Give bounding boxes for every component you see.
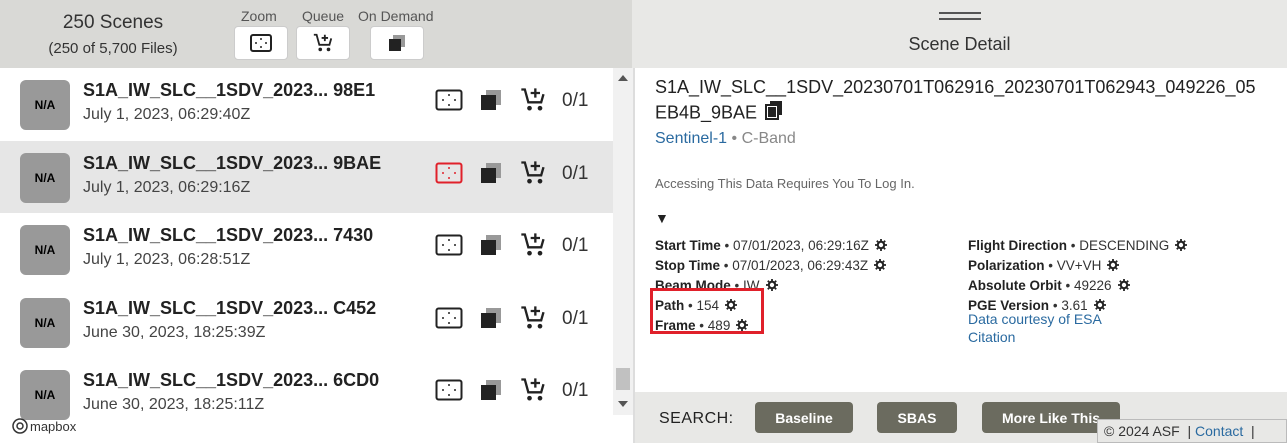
scene-date: June 30, 2023, 18:25:11Z	[83, 396, 265, 413]
queue-label: Queue	[302, 8, 345, 24]
on-demand-icon[interactable]	[476, 158, 506, 188]
thumbnail: N/A	[20, 370, 70, 420]
on-demand-icon[interactable]	[476, 85, 506, 115]
metadata-value: DESCENDING	[1079, 238, 1170, 253]
cart-add-icon	[313, 33, 333, 52]
metadata-item: Absolute Orbit • 49226	[968, 276, 1187, 296]
metadata-item: Polarization • VV+VH	[968, 256, 1187, 276]
dataset-line: Sentinel-1 • C-Band	[655, 130, 796, 147]
on-demand-label: On Demand	[358, 8, 434, 24]
baseline-button[interactable]: Baseline	[755, 402, 853, 433]
dataset-link[interactable]: Sentinel-1	[655, 130, 727, 147]
copyright-text: © 2024 ASF	[1104, 423, 1180, 439]
add-to-queue-icon[interactable]	[518, 85, 548, 115]
citation-link[interactable]: Citation	[968, 328, 1102, 346]
scene-name: S1A_IW_SLC__1SDV_2023... 7430	[83, 225, 374, 245]
file-count: 0/1	[562, 307, 589, 329]
metadata-item: Flight Direction • DESCENDING	[968, 236, 1188, 256]
search-label: SEARCH:	[659, 410, 734, 427]
on-demand-icon[interactable]	[476, 375, 506, 405]
highlight-box	[650, 288, 764, 334]
zoom-to-scene-icon[interactable]	[434, 230, 464, 260]
scenes-count-title: 250 Scenes	[62, 12, 164, 33]
zoom-to-scene-icon[interactable]	[434, 158, 464, 188]
copy-icon[interactable]	[765, 100, 783, 127]
scene-date: July 1, 2023, 06:29:16Z	[83, 178, 251, 196]
gear-icon[interactable]	[765, 277, 778, 296]
right-metadata: Flight Direction • DESCENDING Polarizatio…	[968, 236, 1188, 316]
metadata-label: Start Time	[655, 238, 721, 253]
metadata-label: Absolute Orbit	[968, 278, 1062, 293]
add-to-queue-icon[interactable]	[518, 303, 548, 333]
gear-icon[interactable]	[874, 237, 887, 256]
scene-row[interactable]: N/A S1A_IW_SLC__1SDV_2023... 9BAE July 1, …	[0, 140, 613, 213]
scene-date: July 1, 2023, 06:29:40Z	[83, 106, 251, 123]
metadata-label: Stop Time	[655, 258, 721, 273]
scenes-files-count: (250 of 5,700 Files)	[48, 40, 178, 57]
on-demand-icon[interactable]	[476, 303, 506, 333]
thumbnail: N/A	[20, 225, 70, 275]
zoom-to-scene-icon[interactable]	[434, 375, 464, 405]
on-demand-icon	[389, 35, 405, 51]
scene-date: June 30, 2023, 18:25:39Z	[83, 323, 266, 341]
sbas-button[interactable]: SBAS	[877, 402, 957, 433]
metadata-label: Flight Direction	[968, 238, 1067, 253]
scene-list[interactable]: N/A S1A_IW_SLC__1SDV_2023... 98E1 July 1, …	[0, 68, 613, 443]
gear-icon[interactable]	[1117, 277, 1130, 296]
contact-link[interactable]: Contact	[1195, 423, 1243, 439]
zoom-to-scene-icon[interactable]	[434, 85, 464, 115]
file-count: 0/1	[562, 235, 589, 256]
scene-name: S1A_IW_SLC__1SDV_2023... 98E1	[83, 80, 376, 100]
file-count: 0/1	[562, 90, 589, 111]
band-label: C-Band	[741, 130, 796, 147]
metadata-value: 49226	[1074, 278, 1112, 293]
scroll-up-arrow-icon[interactable]	[618, 75, 628, 81]
mapbox-logo: mapbox	[12, 418, 76, 434]
links: Data courtesy of ESA Citation	[968, 310, 1102, 346]
add-to-queue-icon[interactable]	[518, 375, 548, 405]
scene-row[interactable]: N/A S1A_IW_SLC__1SDV_2023... 7430 July 1, …	[0, 213, 613, 285]
gear-icon[interactable]	[1107, 257, 1120, 276]
thumbnail: N/A	[20, 152, 70, 203]
on-demand-button[interactable]	[370, 26, 424, 60]
scene-row[interactable]: N/A S1A_IW_SLC__1SDV_2023... 98E1 July 1, …	[0, 68, 613, 140]
thumbnail: N/A	[20, 297, 70, 348]
queue-all-button[interactable]	[296, 26, 350, 60]
panel-divider	[633, 68, 635, 443]
add-to-queue-icon[interactable]	[518, 158, 548, 188]
metadata-value: 07/01/2023, 06:29:16Z	[733, 238, 869, 253]
add-to-queue-icon[interactable]	[518, 230, 548, 260]
scrollbar-track[interactable]	[613, 68, 633, 415]
zoom-all-button[interactable]	[234, 26, 288, 60]
scrollbar-thumb[interactable]	[616, 368, 630, 390]
scene-name: S1A_IW_SLC__1SDV_2023... 9BAE	[83, 152, 382, 173]
login-note: Accessing This Data Requires You To Log …	[655, 176, 915, 191]
metadata-item: Start Time • 07/01/2023, 06:29:16Z	[655, 236, 887, 256]
scene-detail-title: Scene Detail	[908, 34, 1011, 54]
expand-caret-icon[interactable]: ▼	[655, 210, 669, 226]
file-count: 0/1	[562, 380, 589, 401]
thumbnail: N/A	[20, 80, 70, 130]
scene-date: July 1, 2023, 06:28:51Z	[83, 251, 251, 268]
copyright-bar: © 2024 ASF | Contact |	[1097, 419, 1287, 443]
scene-name: S1A_IW_SLC__1SDV_2023... C452	[83, 297, 377, 318]
gear-icon[interactable]	[874, 257, 887, 276]
scene-name: S1A_IW_SLC__1SDV_2023... 6CD0	[83, 370, 380, 390]
zoom-label: Zoom	[241, 8, 277, 24]
on-demand-icon[interactable]	[476, 230, 506, 260]
scene-name: S1A_IW_SLC__1SDV_20230701T062916_2023070…	[655, 75, 1265, 127]
file-count: 0/1	[562, 162, 589, 184]
scene-row[interactable]: N/A S1A_IW_SLC__1SDV_2023... C452 June 30,…	[0, 286, 613, 358]
metadata-value: VV+VH	[1056, 258, 1102, 273]
metadata-label: Polarization	[968, 258, 1045, 273]
scene-row[interactable]: N/A S1A_IW_SLC__1SDV_2023... 6CD0 June 30,…	[0, 358, 613, 430]
esa-credit-link[interactable]: Data courtesy of ESA	[968, 310, 1102, 328]
scroll-down-arrow-icon[interactable]	[618, 401, 628, 407]
resize-handle[interactable]	[939, 12, 981, 20]
zoom-extent-icon	[250, 34, 272, 52]
zoom-to-scene-icon[interactable]	[434, 303, 464, 333]
gear-icon[interactable]	[1175, 237, 1188, 256]
metadata-value: 07/01/2023, 06:29:43Z	[732, 258, 869, 273]
metadata-item: Stop Time • 07/01/2023, 06:29:43Z	[655, 256, 887, 276]
